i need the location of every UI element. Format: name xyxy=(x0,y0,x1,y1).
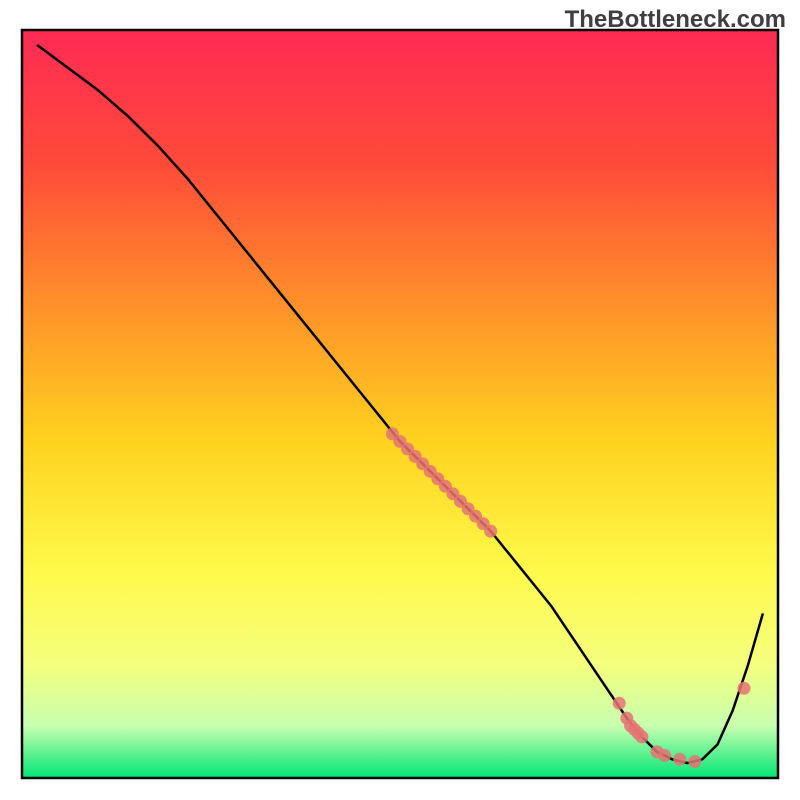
marker-point xyxy=(484,525,497,538)
marker-point xyxy=(737,682,750,695)
chart-container: TheBottleneck.com xyxy=(0,0,800,800)
marker-point xyxy=(635,730,648,743)
marker-point xyxy=(613,697,626,710)
bottleneck-chart xyxy=(0,0,800,800)
marker-point xyxy=(658,749,671,762)
watermark-text: TheBottleneck.com xyxy=(565,6,786,34)
marker-point xyxy=(673,753,686,766)
chart-background xyxy=(22,30,778,778)
marker-point xyxy=(688,755,701,768)
plot-area xyxy=(22,30,778,778)
